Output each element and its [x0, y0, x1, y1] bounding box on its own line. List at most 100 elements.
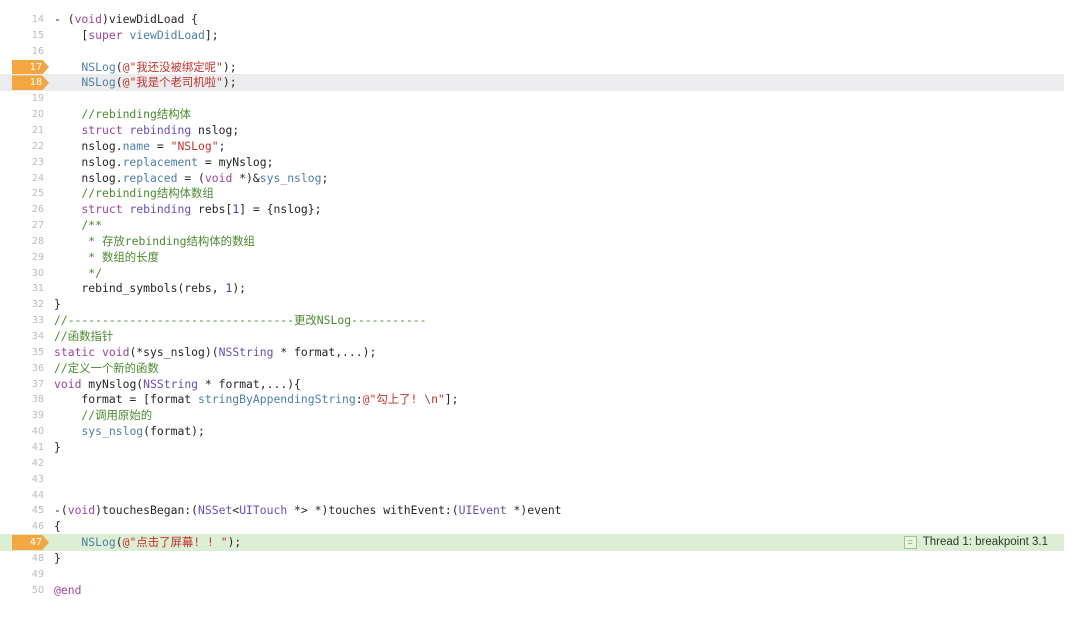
code-token: ];	[444, 392, 459, 407]
code-line[interactable]: 18 NSLog(@"我是个老司机啦");	[0, 74, 1064, 92]
code-token: name	[122, 138, 151, 153]
code-token: );	[222, 75, 237, 90]
code-line[interactable]: 20 //rebinding结构体	[0, 106, 1064, 123]
code-text: NSLog(@"我还没被绑定呢");	[54, 59, 237, 76]
code-token: void	[74, 12, 103, 26]
code-line[interactable]: 41}	[0, 439, 1064, 456]
code-token: }	[54, 439, 61, 454]
code-line[interactable]: 28 * 存放rebinding结构体的数组	[0, 233, 1064, 250]
code-line[interactable]: 29 * 数组的长度	[0, 249, 1064, 266]
code-line[interactable]: 16	[0, 43, 1064, 60]
code-line[interactable]: 50 @end	[0, 582, 1064, 599]
line-number: 32	[31, 299, 44, 311]
code-line[interactable]: 32}	[0, 296, 1064, 313]
code-text: [super viewDidLoad];	[54, 27, 218, 44]
code-token: myNslog(	[81, 376, 144, 391]
code-line[interactable]: 48}	[0, 550, 1064, 567]
code-token: NSString	[218, 344, 274, 359]
code-token: void	[67, 503, 96, 518]
code-token: void	[54, 376, 82, 391]
code-token: NSSet	[198, 503, 233, 518]
code-line[interactable]: 30 */	[0, 265, 1064, 282]
line-number: 24	[31, 172, 44, 184]
code-token: @"我是个老司机啦"	[122, 75, 223, 90]
code-line[interactable]: 49	[0, 566, 1064, 583]
line-number: 30	[31, 267, 44, 279]
code-line[interactable]: 39 //调用原始的	[0, 407, 1064, 424]
code-line[interactable]: 26 struct rebinding rebs[1] = {nslog};	[0, 201, 1064, 218]
code-token: ] = {nslog};	[239, 202, 322, 217]
code-text: }	[54, 296, 61, 313]
code-token: =	[150, 138, 171, 153]
code-token: *)event	[506, 503, 562, 518]
code-line[interactable]: 25 //rebinding结构体数组	[0, 185, 1064, 202]
code-token: static	[54, 344, 96, 359]
code-text: NSLog(@"点击了屏幕! ! ");	[54, 534, 241, 551]
code-line[interactable]: 46 {	[0, 518, 1064, 535]
code-token: struct	[81, 202, 123, 217]
code-text: format = [format stringByAppendingString…	[54, 391, 459, 408]
code-token: * 存放rebinding结构体的数组	[54, 233, 255, 248]
code-token: );	[222, 59, 237, 74]
code-token: replacement	[122, 154, 199, 169]
code-token: //---------------------------------更改NSL…	[54, 313, 427, 328]
line-number: 48	[31, 552, 44, 564]
line-number: 26	[31, 204, 44, 216]
code-line[interactable]: 38 format = [format stringByAppendingStr…	[0, 391, 1064, 408]
code-token: "NSLog"	[170, 138, 219, 153]
code-token: /**	[54, 218, 103, 233]
code-token: NSLog	[54, 75, 116, 90]
code-text: //rebinding结构体	[54, 106, 191, 123]
code-line[interactable]: 14 - (void)viewDidLoad {	[0, 11, 1064, 28]
code-editor[interactable]: 14- (void)viewDidLoad {15 [super viewDid…	[0, 0, 1080, 632]
thread-breakpoint-badge[interactable]: = Thread 1: breakpoint 3.1	[903, 534, 1048, 551]
code-line[interactable]: 43	[0, 471, 1064, 488]
code-line[interactable]: 40 sys_nslog(format);	[0, 423, 1064, 440]
code-line[interactable]: 42	[0, 455, 1064, 472]
code-line[interactable]: 17 NSLog(@"我还没被绑定呢");	[0, 59, 1064, 76]
code-line[interactable]: 23 nslog.replacement = myNslog;	[0, 154, 1064, 171]
code-line[interactable]: 31 rebind_symbols(rebs, 1);	[0, 280, 1064, 297]
code-token: @end	[54, 582, 82, 597]
code-text: /**	[54, 217, 102, 234]
code-line[interactable]: 27 /**	[0, 217, 1064, 234]
line-number: 28	[31, 235, 44, 247]
code-line[interactable]: 22 nslog.name = "NSLog";	[0, 138, 1064, 155]
code-token: NSLog	[54, 59, 116, 74]
code-text: void myNslog(NSString * format,...){	[54, 376, 301, 393]
line-number: 49	[31, 568, 44, 580]
line-number: 35	[31, 346, 44, 358]
code-line[interactable]: 34 //函数指针	[0, 328, 1064, 345]
code-line[interactable]: 21 struct rebinding nslog;	[0, 122, 1064, 139]
code-text: //---------------------------------更改NSL…	[54, 312, 427, 329]
line-number: 31	[31, 283, 44, 295]
code-line[interactable]: 44	[0, 487, 1064, 504]
code-line[interactable]: 33 //---------------------------------更改N…	[0, 312, 1064, 329]
code-line[interactable]: 45 -(void)touchesBegan:(NSSet<UITouch *> …	[0, 502, 1064, 519]
code-text: {	[54, 518, 61, 535]
line-number: 45	[31, 505, 44, 517]
code-line[interactable]: 15 [super viewDidLoad];	[0, 27, 1064, 44]
code-text: rebind_symbols(rebs, 1);	[54, 280, 246, 297]
code-line[interactable]: 19	[0, 90, 1064, 107]
code-text: */	[54, 265, 102, 282]
line-number: 33	[31, 315, 44, 327]
code-line[interactable]: 47 NSLog(@"点击了屏幕! ! "); = Thread 1: breakp…	[0, 534, 1064, 552]
line-number: 25	[31, 188, 44, 200]
code-token: replaced	[122, 170, 178, 185]
code-line[interactable]: 36 //定义一个新的函数	[0, 360, 1064, 377]
code-line[interactable]: 35 static void(*sys_nslog)(NSString * for…	[0, 344, 1064, 361]
code-token: nslog.	[54, 170, 123, 185]
code-token: format = [format	[54, 392, 199, 407]
code-token: nslog;	[191, 122, 240, 137]
code-token: @"点击了屏幕! ! "	[122, 535, 228, 550]
code-token: -(	[54, 503, 68, 518]
code-line[interactable]: 37 void myNslog(NSString * format,...){	[0, 376, 1064, 393]
code-line[interactable]: 24 nslog.replaced = (void *)&sys_nslog;	[0, 170, 1064, 187]
line-number: 39	[31, 410, 44, 422]
code-token: (format);	[143, 424, 205, 439]
